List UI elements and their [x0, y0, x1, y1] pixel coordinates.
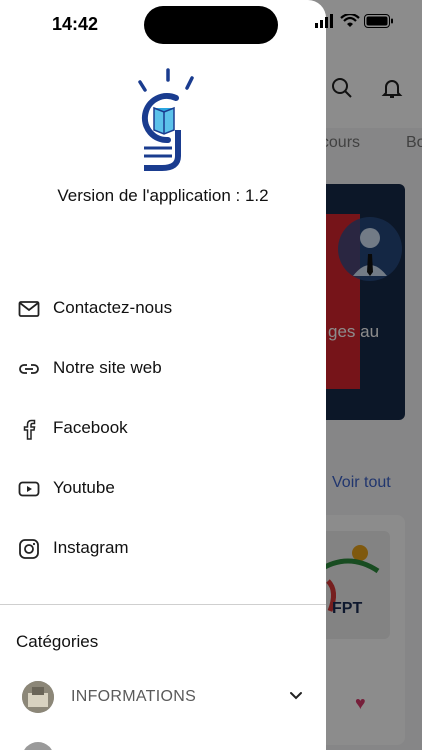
- battery-icon: [364, 14, 393, 28]
- side-drawer: Version de l'application : 1.2 Contactez…: [0, 0, 326, 750]
- menu-item-instagram[interactable]: Instagram: [0, 527, 326, 571]
- category-avatar: [22, 681, 54, 713]
- link-icon: [19, 364, 39, 374]
- menu-item-facebook[interactable]: Facebook: [0, 407, 326, 451]
- status-time: 14:42: [52, 14, 99, 34]
- category-avatar[interactable]: [22, 742, 54, 750]
- menu-label: Notre site web: [53, 358, 162, 377]
- status-icons: [315, 12, 394, 33]
- facebook-icon: [23, 419, 36, 440]
- menu-label: Instagram: [53, 538, 129, 557]
- youtube-icon: [18, 481, 40, 497]
- menu-label: Facebook: [53, 418, 128, 437]
- categories-title: Catégories: [16, 632, 99, 651]
- instagram-icon: [19, 539, 39, 559]
- mail-icon: [18, 301, 40, 317]
- menu-item-youtube[interactable]: Youtube: [0, 467, 326, 511]
- category-item-informations[interactable]: INFORMATIONS: [0, 674, 326, 718]
- menu-item-website[interactable]: Notre site web: [0, 347, 326, 391]
- chevron-down-icon[interactable]: [288, 688, 304, 704]
- menu-item-contact[interactable]: Contactez-nous: [0, 287, 326, 331]
- wifi-icon: [339, 12, 360, 27]
- menu-label: Youtube: [53, 478, 115, 497]
- category-label: INFORMATIONS: [71, 688, 197, 705]
- app-logo: [138, 68, 194, 171]
- signal-icon: [315, 14, 334, 28]
- dynamic-island: [144, 6, 278, 44]
- divider: [0, 604, 326, 605]
- menu-label: Contactez-nous: [53, 298, 173, 317]
- app-version-text: Version de l'application : 1.2: [57, 186, 269, 205]
